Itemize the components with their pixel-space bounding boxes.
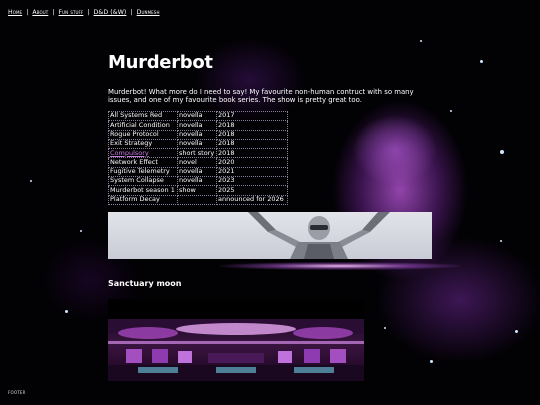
work-title-cell: Network Effect [108,157,178,168]
video-caption-bar [108,299,364,319]
star [420,40,422,42]
top-nav: Home | About | Fun stuff | D&D (&W) | Dunmesh [8,9,160,16]
work-type-cell: short story [177,148,217,159]
nav-separator: | [52,9,55,16]
nav-link-dnd[interactable]: D&D (&W) [94,9,127,16]
work-type-cell: novella [177,138,217,150]
work-year-cell: 2018 [216,129,288,140]
work-year-cell: 2025 [216,185,288,196]
station-interior-image [108,319,364,381]
star [384,327,386,329]
star [430,360,433,363]
work-year-cell: 2018 [216,138,288,150]
work-year-cell: 2023 [216,176,288,187]
nav-separator: | [26,9,29,16]
work-title-cell: Rogue Protocol [108,129,178,140]
works-table-row: All Systems Red novella 2017 [108,110,288,122]
works-table-row: Fugitive Telemetry novella 2021 [108,166,288,178]
star [80,230,82,232]
work-type-cell [177,194,217,205]
work-type-cell: novella [177,120,217,131]
intro-paragraph: Murderbot! What more do I need to say! M… [108,88,414,105]
nav-link-home[interactable]: Home [8,9,22,16]
work-title-cell: System Collapse [108,176,178,187]
page-title: Murderbot [108,52,213,73]
nav-separator: | [87,9,90,16]
work-title-cell: Compulsory [108,148,178,159]
works-table-row: Exit Strategy novella 2018 [108,138,288,150]
star [30,180,32,182]
star [515,330,518,333]
work-type-cell: novella [177,176,217,187]
star [500,240,502,242]
work-type-cell: novella [177,166,217,178]
works-table-row: Compulsory short story 2018 [108,148,288,159]
star [450,110,452,112]
nav-link-about[interactable]: About [32,9,48,16]
works-table-row: Network Effect novel 2020 [108,157,288,168]
work-title-cell: Exit Strategy [108,138,178,150]
work-year-cell: 2018 [216,148,288,159]
works-table-row: System Collapse novella 2023 [108,176,288,187]
work-type-cell: novella [177,110,217,122]
work-year-cell: 2017 [216,110,288,122]
work-type-cell: show [177,185,217,196]
work-title-cell: Artificial Condition [108,120,178,131]
banner-glow [220,262,460,270]
star [65,310,68,313]
nav-separator: | [130,9,133,16]
nav-link-dunmesh[interactable]: Dunmesh [137,9,160,16]
works-table: All Systems Red novella 2017 Artificial Con… [108,110,288,205]
work-year-cell: announced for 2026 [216,194,288,205]
work-title-cell: Platform Decay [108,194,178,205]
section-heading-sanctuary-moon: Sanctuary moon [108,279,182,288]
work-title-cell: Murderbot season 1 [108,185,178,196]
works-table-row: Artificial Condition novella 2018 [108,120,288,131]
star [500,150,504,154]
works-table-row: Platform Decay announced for 2026 [108,194,288,205]
works-table-row: Murderbot season 1 show 2025 [108,185,288,196]
work-year-cell: 2018 [216,120,288,131]
work-title-link[interactable]: Compulsory [110,149,149,157]
work-title-cell: Fugitive Telemetry [108,166,178,178]
work-type-cell: novella [177,129,217,140]
nav-link-fun-stuff[interactable]: Fun stuff [59,9,84,16]
work-type-cell: novel [177,157,217,168]
work-year-cell: 2021 [216,166,288,178]
works-table-row: Rogue Protocol novella 2018 [108,129,288,140]
robot-banner-image [108,212,432,259]
work-year-cell: 2020 [216,157,288,168]
star [480,60,483,63]
footer: footer [8,390,26,396]
work-title-cell: All Systems Red [108,110,178,122]
